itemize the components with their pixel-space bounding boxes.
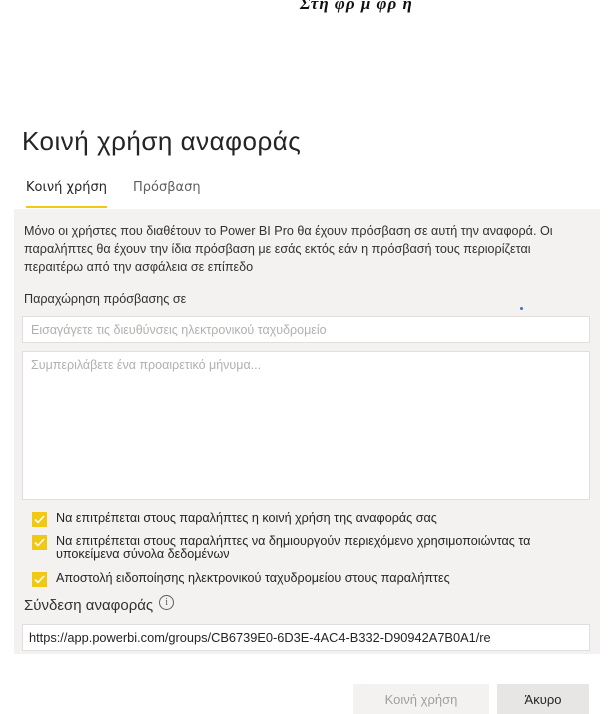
- email-input[interactable]: [22, 316, 590, 343]
- checkbox-allow-build[interactable]: [32, 535, 47, 550]
- checkbox-row-allow-build[interactable]: Να επιτρέπεται στους παραλήπτες να δημιο…: [32, 535, 576, 561]
- checkbox-send-email[interactable]: [32, 572, 47, 587]
- checkbox-row-allow-reshare[interactable]: Να επιτρέπεται στους παραλήπτες η κοινή …: [32, 512, 576, 527]
- cropped-heading-fragment: Στη φρ μ φρ η: [300, 0, 413, 13]
- checkbox-label-allow-build: Να επιτρέπεται στους παραλήπτες να δημιο…: [56, 534, 531, 561]
- cursor-dot: [520, 307, 523, 310]
- info-icon[interactable]: i: [159, 595, 175, 610]
- checkbox-label-send-email: Αποστολή ειδοποίησης ηλεκτρονικού ταχυδρ…: [56, 571, 450, 585]
- report-link-label-row: Σύνδεση αναφοράς i: [24, 595, 175, 614]
- tab-share[interactable]: Κοινή χρήση: [26, 180, 107, 208]
- report-link-field[interactable]: [22, 624, 590, 651]
- checkbox-label-allow-reshare: Να επιτρέπεται στους παραλήπτες η κοινή …: [56, 511, 437, 525]
- checkbox-row-send-email[interactable]: Αποστολή ειδοποίησης ηλεκτρονικού ταχυδρ…: [32, 572, 576, 587]
- share-button[interactable]: Κοινή χρήση: [353, 684, 489, 714]
- dialog-title: Κοινή χρήση αναφοράς: [22, 126, 302, 156]
- tab-access[interactable]: Πρόσβαση: [133, 180, 201, 206]
- info-text: Μόνο οι χρήστες που διαθέτουν το Power B…: [24, 224, 553, 274]
- share-panel: Μόνο οι χρήστες που διαθέτουν το Power B…: [14, 209, 600, 654]
- checkmark-icon: [34, 538, 45, 547]
- cancel-button[interactable]: Άκυρο: [497, 684, 589, 714]
- tab-bar: Κοινή χρήση Πρόσβαση: [26, 180, 201, 208]
- report-link-label: Σύνδεση αναφοράς: [24, 597, 154, 614]
- checkbox-allow-reshare[interactable]: [32, 512, 47, 527]
- checkmark-icon: [34, 515, 45, 524]
- message-input[interactable]: [22, 351, 590, 500]
- grant-access-label: Παραχώρηση πρόσβασης σε: [24, 292, 187, 306]
- checkmark-icon: [34, 575, 45, 584]
